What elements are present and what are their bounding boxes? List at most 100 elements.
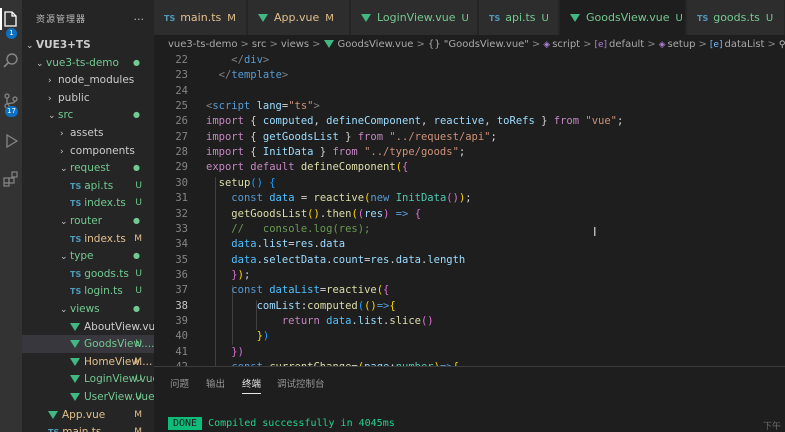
breadcrumb-item[interactable]: {} "GoodsView.vue" — [428, 39, 529, 50]
typescript-file-icon: TS — [70, 181, 82, 191]
git-status-indicator: M — [325, 13, 334, 24]
git-status-indicator: M — [134, 409, 142, 420]
tree-file[interactable]: AboutView.vue — [22, 318, 154, 336]
line-number: 34 — [175, 238, 188, 251]
code-token: () — [364, 299, 377, 312]
explorer-title: 资源管理器 — [36, 14, 87, 25]
breadcrumb-item[interactable]: vue3-ts-demo — [168, 39, 237, 50]
tree-file[interactable]: TS index.ts M — [22, 230, 154, 248]
tree-file[interactable]: UserView.vue U — [22, 388, 154, 406]
breadcrumb-separator: > — [416, 39, 425, 50]
code-token: const — [231, 192, 263, 205]
code-token: data — [395, 253, 421, 266]
line-number: 33 — [175, 222, 188, 235]
tree-folder[interactable]: ⌄ src ● — [22, 106, 154, 124]
tree-folder[interactable]: ⌄ router ● — [22, 212, 154, 230]
tree-folder[interactable]: › components — [22, 142, 154, 160]
tree-folder[interactable]: ⌄ type ● — [22, 247, 154, 265]
code-token: "../request/api" — [389, 130, 491, 143]
code-token: InitData — [262, 146, 314, 159]
code-token: reactive — [326, 284, 377, 297]
tree-file[interactable]: TS index.ts U — [22, 194, 154, 212]
tab-label: LoginView.vue — [377, 11, 456, 24]
breadcrumb: vue3-ts-demo > src > views > GoodsView.vue >{} … — [154, 35, 785, 55]
code-token: length — [427, 253, 466, 266]
tree-folder[interactable]: › assets — [22, 124, 154, 142]
tab-label: goods.ts — [713, 11, 760, 24]
breadcrumb-item[interactable]: views — [281, 39, 309, 50]
code-token: }) — [231, 345, 244, 358]
extensions-icon[interactable] — [2, 170, 20, 188]
tree-file[interactable]: TSmain.ts M — [22, 423, 154, 432]
tab-main-ts[interactable]: TS main.ts M — [154, 0, 247, 35]
code-line: 34 data.list=res.data — [154, 237, 785, 252]
tree-item-label: views — [70, 303, 100, 315]
tree-file[interactable]: TS login.ts U — [22, 282, 154, 300]
code-token: toRefs — [496, 115, 535, 128]
breadcrumb-item[interactable]: default — [609, 39, 644, 50]
tab-app-vue[interactable]: App.vue M — [248, 0, 350, 35]
tree-folder[interactable]: ⌄ request ● — [22, 159, 154, 177]
explorer-icon[interactable] — [2, 10, 20, 28]
code-text: }) — [206, 329, 270, 344]
breadcrumb-item[interactable]: src — [252, 39, 267, 50]
line-number: 24 — [175, 84, 188, 97]
code-text: data.list=res.data — [206, 237, 345, 252]
code-token: list — [357, 314, 384, 327]
tab-terminal[interactable]: 终端 — [242, 376, 262, 394]
code-line: 31 const data = reactive(new InitData())… — [154, 191, 785, 206]
line-number: 38 — [175, 299, 188, 312]
code-token: new — [370, 192, 390, 205]
code-line: 41 }) — [154, 345, 785, 360]
tree-file[interactable]: HomeView.... M — [22, 353, 154, 371]
code-editor[interactable]: I 22 </div> 23 </template> 24 25 <script lan… — [154, 55, 785, 366]
code-text: const dataList=reactive({ — [206, 283, 389, 298]
tree-folder[interactable]: ⌄ vue3-ts-demo ● — [22, 54, 154, 72]
tab-goods-ts[interactable]: TS goods.ts U — [687, 0, 785, 35]
git-status-indicator: M — [134, 423, 142, 432]
tree-folder[interactable]: › node_modules — [22, 71, 154, 89]
tab-output[interactable]: 输出 — [206, 376, 225, 390]
git-status-indicator: U — [135, 198, 142, 209]
git-status-indicator: ● — [133, 110, 140, 120]
tab-debug-console[interactable]: 调试控制台 — [277, 376, 325, 390]
tree-folder[interactable]: ⌄ VUE3+TS — [22, 36, 154, 54]
search-icon[interactable] — [2, 52, 20, 70]
run-debug-icon[interactable] — [2, 132, 20, 150]
code-token: , — [313, 115, 327, 128]
terminal-output[interactable]: DONE Compiled successfully in 4045ms — [168, 417, 395, 430]
more-actions-icon[interactable]: ··· — [134, 13, 145, 26]
code-line: 35 data.selectData.count=res.data.length — [154, 253, 785, 268]
tree-file[interactable]: GoodsView.... U — [22, 335, 154, 354]
code-token: comList — [256, 299, 301, 312]
breadcrumb-item[interactable]: script — [552, 39, 580, 50]
tab-goodsview-vue[interactable]: GoodsView.vue U — [560, 0, 700, 35]
code-token: return — [281, 314, 320, 327]
breadcrumb-item[interactable]: GoodsView.vue — [338, 39, 414, 50]
tree-file[interactable]: LoginView.vue U — [22, 370, 154, 388]
code-text: export default defineComponent({ — [206, 160, 408, 175]
tree-folder[interactable]: ⌄ views ● — [22, 300, 154, 318]
tab-loginview-vue[interactable]: LoginView.vue U — [351, 0, 478, 35]
breadcrumb-item[interactable]: setup — [668, 39, 696, 50]
tree-item-label: node_modules — [58, 74, 135, 87]
tree-file[interactable]: App.vue M — [22, 406, 154, 424]
code-text: }); — [206, 268, 250, 283]
line-number: 25 — [175, 100, 188, 113]
code-token: data — [231, 238, 257, 251]
tree-folder[interactable]: › public — [22, 89, 154, 107]
tab-api-ts[interactable]: TS api.ts U — [479, 0, 559, 35]
code-token: reactive — [433, 115, 485, 128]
tree-file[interactable]: TS goods.ts U — [22, 265, 154, 283]
breadcrumb-item[interactable]: dataList — [724, 39, 764, 50]
code-token: lang — [256, 100, 282, 113]
tab-problems[interactable]: 问题 — [170, 376, 189, 390]
code-token: getGoodsList — [262, 130, 339, 143]
code-token: => — [395, 207, 409, 220]
code-token: ; — [465, 192, 472, 205]
tree-file[interactable]: TS api.ts U — [22, 177, 154, 195]
chevron-down-icon: ⌄ — [60, 252, 68, 263]
